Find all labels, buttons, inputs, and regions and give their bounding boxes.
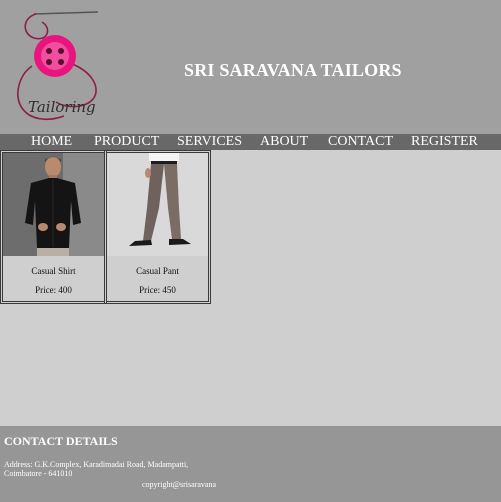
- contact-heading: CONTACT DETAILS: [4, 434, 118, 448]
- product-name: Casual Pant: [136, 266, 179, 276]
- casual-shirt-image[interactable]: [3, 153, 104, 256]
- casual-pant-image[interactable]: [107, 153, 208, 256]
- nav-contact[interactable]: CONTACT: [328, 134, 393, 150]
- product-price: Price: 400: [35, 285, 72, 295]
- nav-register[interactable]: REGISTER: [411, 134, 478, 150]
- site-header: Tailoring SRI SARAVANA TAILORS: [0, 0, 501, 134]
- product-card-casual-shirt[interactable]: Casual Shirt Price: 400: [0, 150, 107, 304]
- copyright-text: copyright@srisaravana: [142, 480, 217, 489]
- site-footer: CONTACT DETAILS Address: G.K.Complex, Ka…: [0, 426, 501, 502]
- contact-address: Address: G.K.Complex, Karadimadai Road, …: [4, 460, 189, 478]
- nav-about[interactable]: ABOUT: [260, 134, 308, 150]
- tailoring-logo[interactable]: Tailoring: [8, 4, 106, 130]
- product-name: Casual Shirt: [31, 266, 76, 276]
- product-listing: Casual Shirt Price: 400 Casual Pant Pric…: [0, 150, 501, 426]
- logo-text: Tailoring: [28, 98, 96, 116]
- nav-product[interactable]: PRODUCT: [94, 134, 159, 150]
- product-price: Price: 450: [139, 285, 176, 295]
- nav-services[interactable]: SERVICES: [177, 134, 242, 150]
- main-navigation: HOME PRODUCT SERVICES ABOUT CONTACT REGI…: [0, 134, 501, 150]
- nav-home[interactable]: HOME: [31, 134, 72, 150]
- product-card-casual-pant[interactable]: Casual Pant Price: 450: [104, 150, 211, 304]
- site-title: SRI SARAVANA TAILORS: [184, 60, 402, 80]
